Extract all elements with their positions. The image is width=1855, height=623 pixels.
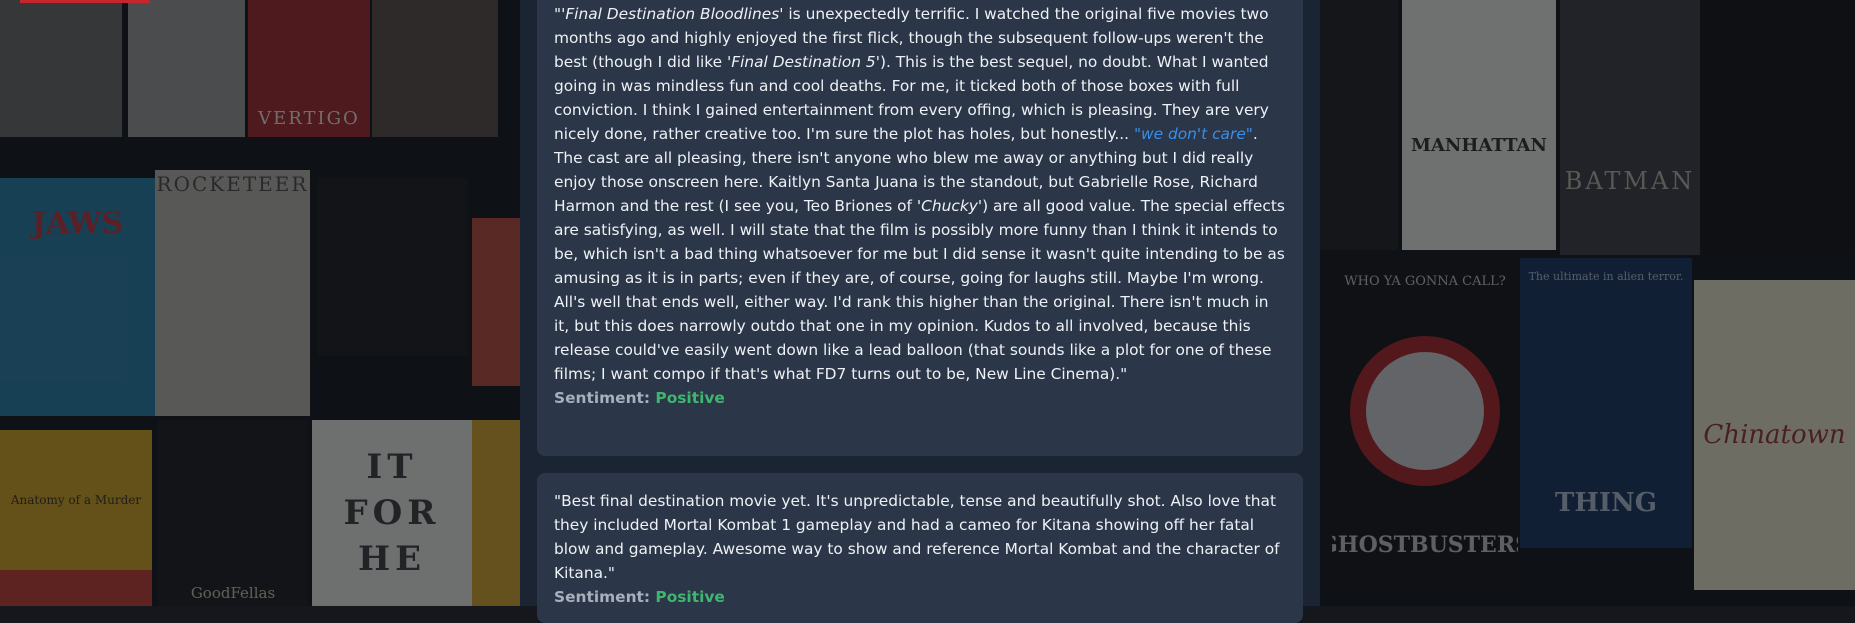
- poster-jurassic: [472, 420, 520, 606]
- poster-manhattan: MANHATTAN: [1402, 0, 1556, 250]
- review-text: "Best final destination movie yet. It's …: [554, 489, 1286, 585]
- review-sentiment: Sentiment: Positive: [554, 386, 1286, 410]
- poster-alien: [1702, 0, 1855, 255]
- poster-thing: The ultimate in alien terror. THING: [1520, 258, 1692, 548]
- poster-love-in-afternoon: [318, 178, 468, 356]
- review-card: "Best final destination movie yet. It's …: [537, 473, 1303, 623]
- review-quote-link[interactable]: "we don't care": [1134, 125, 1253, 143]
- sentiment-label: Sentiment:: [554, 389, 651, 407]
- poster-clockwork: [128, 0, 245, 137]
- poster-rocketeer: ROCKETEER: [155, 170, 310, 416]
- poster-jaws: JAWS: [0, 178, 155, 416]
- reviews-column[interactable]: "'Final Destination Bloodlines' is unexp…: [520, 0, 1320, 623]
- ghost-logo-icon: [1350, 335, 1500, 486]
- poster-goodfellas: GoodFellas: [158, 420, 308, 606]
- review-italic-title: 'Final Destination 5': [726, 53, 880, 71]
- review-text-segment: ) are all good value. The special effect…: [554, 197, 1285, 383]
- sentiment-value: Positive: [655, 389, 725, 407]
- poster-nicolas-cage: [372, 0, 498, 137]
- review-text-segment: "Best final destination movie yet. It's …: [554, 492, 1280, 582]
- poster-batman: BATMAN: [1560, 0, 1700, 255]
- poster-ghostbusters-tagline: WHO YA GONNA CALL?: [1344, 274, 1506, 289]
- poster-red-small: [0, 570, 152, 606]
- poster-batman-title: BATMAN: [1564, 167, 1696, 195]
- poster-anatomy-title: Anatomy of a Murder: [10, 493, 142, 507]
- poster-simpsons: IT FOR HE: [312, 420, 472, 606]
- review-sentiment: Sentiment: Positive: [554, 585, 1286, 609]
- poster-vertigo-title: VERTIGO: [258, 108, 360, 129]
- poster-goodfellas-title: GoodFellas: [190, 584, 276, 602]
- poster-simpsons-title: IT FOR HE: [343, 447, 441, 579]
- poster-anatomy: Anatomy of a Murder: [0, 430, 152, 570]
- poster-ghostbusters-title: GHOSTBUSTERS: [1332, 532, 1518, 558]
- poster-thing-tagline: The ultimate in alien terror.: [1528, 270, 1684, 283]
- review-text: "'Final Destination Bloodlines' is unexp…: [554, 2, 1286, 386]
- review-card: "'Final Destination Bloodlines' is unexp…: [537, 0, 1303, 456]
- review-italic-title: 'Chucky': [916, 197, 983, 215]
- poster-small-right: [472, 218, 520, 386]
- poster-exorcist: [0, 0, 122, 137]
- poster-moon-dark: [1318, 0, 1398, 250]
- sentiment-label: Sentiment:: [554, 588, 651, 606]
- poster-manhattan-title: MANHATTAN: [1411, 134, 1547, 156]
- poster-vertigo: VERTIGO: [248, 0, 370, 137]
- sentiment-value: Positive: [655, 588, 725, 606]
- poster-rocketeer-title: ROCKETEER: [156, 172, 309, 196]
- poster-thing-title: THING: [1554, 488, 1658, 518]
- poster-ghostbusters: WHO YA GONNA CALL? GHOSTBUSTERS: [1332, 258, 1518, 598]
- poster-chinatown: Chinatown: [1694, 280, 1855, 590]
- poster-chinatown-title: Chinatown: [1703, 420, 1846, 450]
- poster-jaws-title: JAWS: [31, 206, 124, 241]
- top-accent-bar: [20, 0, 150, 3]
- review-italic-title: 'Final Destination Bloodlines': [561, 5, 784, 23]
